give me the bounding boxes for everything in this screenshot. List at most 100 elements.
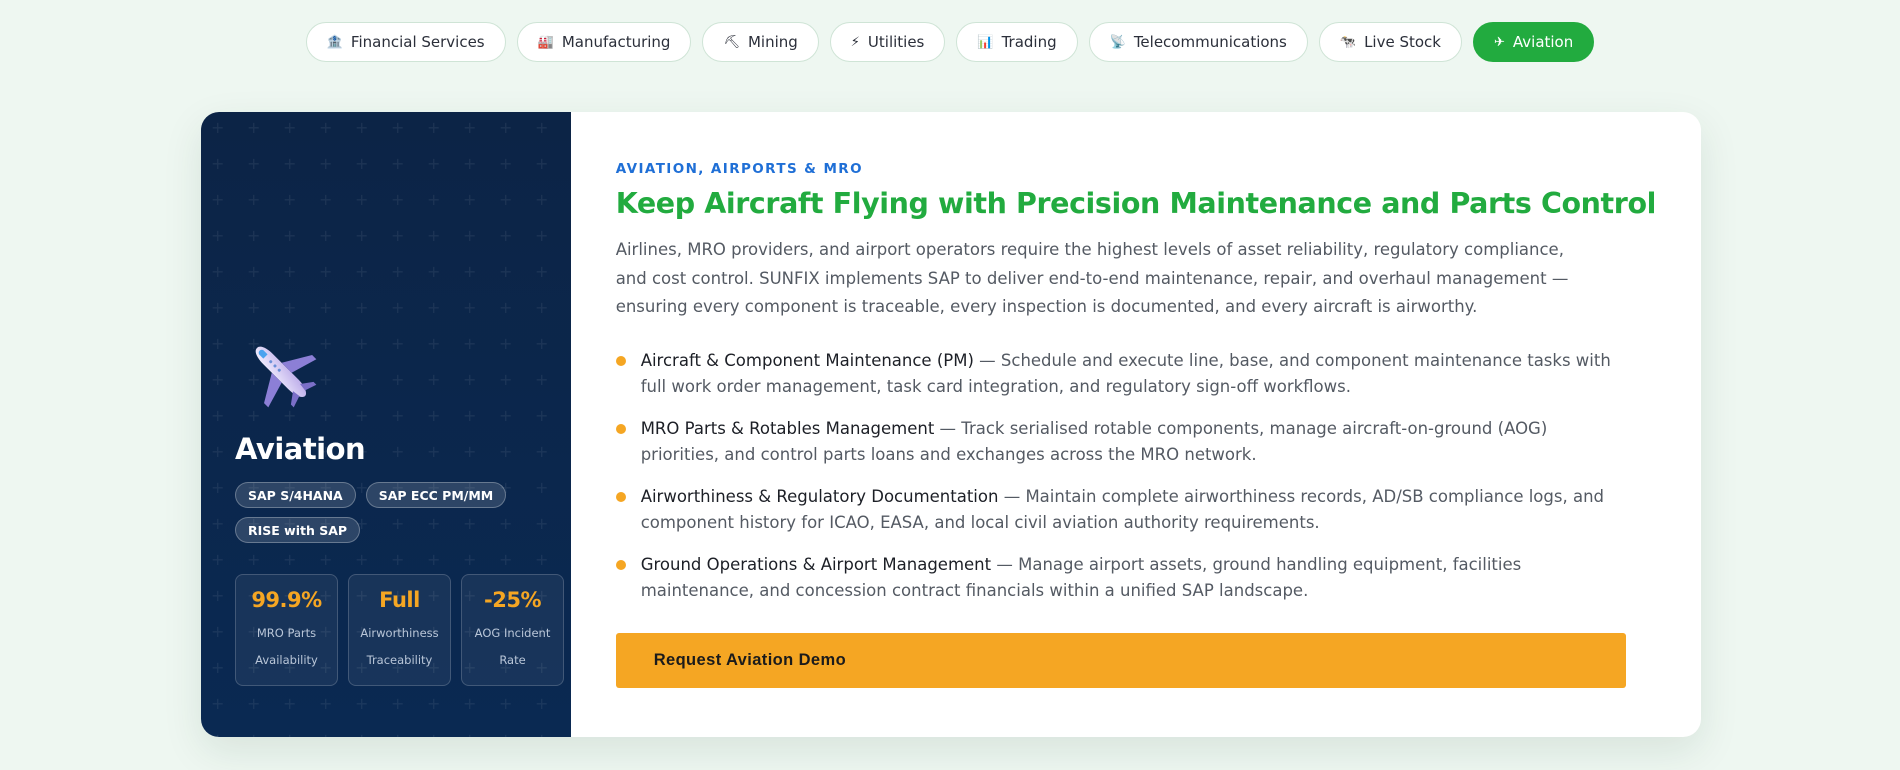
section-headline: Keep Aircraft Flying with Precision Main… xyxy=(615,187,1657,220)
plus-pattern-mark: + xyxy=(535,406,549,425)
plus-pattern-mark: + xyxy=(391,732,404,738)
section-eyebrow: AVIATION, AIRPORTS & MRO xyxy=(615,161,863,177)
plus-pattern-mark: + xyxy=(283,226,297,245)
plus-pattern-mark: + xyxy=(427,370,441,389)
pickaxe-icon: ⛏ xyxy=(723,34,740,50)
plus-pattern-mark: + xyxy=(499,334,513,353)
plus-pattern-mark: + xyxy=(499,406,513,425)
plus-pattern-mark: + xyxy=(355,406,369,425)
plus-pattern-mark: + xyxy=(499,118,513,137)
plus-pattern-mark: + xyxy=(499,154,513,173)
industry-content: AVIATION, AIRPORTS & MRO Keep Aircraft F… xyxy=(571,112,1701,737)
plus-pattern-mark: + xyxy=(211,226,225,245)
tab-label: Aviation xyxy=(1512,33,1574,51)
plus-pattern-mark: + xyxy=(283,550,297,569)
tab-trading[interactable]: 📊 Trading xyxy=(956,22,1078,62)
plus-pattern-mark: + xyxy=(211,658,225,677)
plus-pattern-mark: + xyxy=(463,334,477,353)
plus-pattern-mark: + xyxy=(463,442,477,461)
tab-aviation[interactable]: ✈ Aviation xyxy=(1472,22,1595,62)
page: 🏦 Financial Services 🏭 Manufacturing ⛏ M… xyxy=(0,0,1900,770)
plus-pattern-mark: + xyxy=(427,550,441,569)
satellite-icon: 📡 xyxy=(1109,34,1126,50)
bullet-dot-icon xyxy=(615,355,626,366)
plus-pattern-mark: + xyxy=(499,262,513,281)
plus-pattern-mark: + xyxy=(211,550,225,569)
plus-pattern-mark: + xyxy=(499,226,513,245)
plus-pattern-mark: + xyxy=(427,226,441,245)
plus-pattern-mark: + xyxy=(391,550,405,569)
plus-pattern-mark: + xyxy=(499,732,512,738)
plus-pattern-mark: + xyxy=(355,370,369,389)
plus-pattern-mark: + xyxy=(319,732,332,738)
feature-title: Airworthiness & Regulatory Documentation xyxy=(640,486,999,506)
plus-pattern-mark: + xyxy=(211,118,225,137)
plus-pattern-mark: + xyxy=(391,226,405,245)
cow-icon: 🐄 xyxy=(1339,34,1357,50)
plus-pattern-mark: + xyxy=(283,262,297,281)
plus-pattern-mark: + xyxy=(535,732,548,738)
plus-pattern-mark: + xyxy=(247,154,261,173)
tab-live-stock[interactable]: 🐄 Live Stock xyxy=(1318,22,1462,62)
stat-label: AOG Incident Rate xyxy=(474,626,551,667)
bullet-dot-icon xyxy=(615,559,626,570)
plus-pattern-mark: + xyxy=(391,298,405,317)
airplane-icon xyxy=(255,346,317,408)
stat-label: Airworthiness Traceability xyxy=(360,626,439,667)
bank-icon: 🏦 xyxy=(326,34,343,50)
plus-pattern-mark: + xyxy=(211,190,225,209)
plus-pattern-mark: + xyxy=(535,118,549,137)
airplane-icon: ✈ xyxy=(1493,34,1505,50)
tab-label: Manufacturing xyxy=(561,33,671,51)
section-intro: Airlines, MRO providers, and airport ope… xyxy=(615,240,1569,316)
plus-pattern-mark: + xyxy=(211,334,225,353)
plus-pattern-mark: + xyxy=(427,732,440,738)
plus-pattern-mark: + xyxy=(535,190,549,209)
plus-pattern-mark: + xyxy=(247,732,260,738)
tab-utilities[interactable]: ⚡ Utilities xyxy=(829,22,946,62)
plus-pattern-mark: + xyxy=(355,550,369,569)
stat-card: -25% AOG Incident Rate xyxy=(461,574,564,686)
plus-pattern-mark: + xyxy=(247,226,261,245)
plus-pattern-mark: + xyxy=(391,118,405,137)
plus-pattern-mark: + xyxy=(211,370,225,389)
plus-pattern-mark: + xyxy=(247,190,261,209)
stat-card: Full Airworthiness Traceability xyxy=(348,574,451,686)
platform-chip: SAP S/4HANA xyxy=(235,482,356,508)
plus-pattern-mark: + xyxy=(391,442,405,461)
plus-pattern-mark: + xyxy=(283,190,297,209)
plus-pattern-mark: + xyxy=(355,190,369,209)
plus-pattern-mark: + xyxy=(211,478,225,497)
plus-pattern-mark: + xyxy=(211,298,225,317)
platform-chips: SAP S/4HANA SAP ECC PM/MM RISE with SAP xyxy=(235,482,555,543)
stat-value: -25% xyxy=(484,588,541,612)
plus-pattern-mark: + xyxy=(319,406,333,425)
feature-title: Ground Operations & Airport Management xyxy=(640,554,992,574)
plus-pattern-mark: + xyxy=(463,406,477,425)
plus-pattern-mark: + xyxy=(211,694,225,713)
plus-pattern-mark: + xyxy=(427,118,441,137)
tab-financial-services[interactable]: 🏦 Financial Services xyxy=(305,22,506,62)
tab-mining[interactable]: ⛏ Mining xyxy=(702,22,819,62)
plus-pattern-mark: + xyxy=(499,550,513,569)
plus-pattern-mark: + xyxy=(247,118,261,137)
plus-pattern-mark: + xyxy=(535,370,549,389)
plus-pattern-mark: + xyxy=(427,154,441,173)
plus-pattern-mark: + xyxy=(463,226,477,245)
tab-label: Live Stock xyxy=(1364,33,1441,51)
platform-chip: RISE with SAP xyxy=(235,517,361,543)
plus-pattern-mark: + xyxy=(283,118,297,137)
tab-telecommunications[interactable]: 📡 Telecommunications xyxy=(1088,22,1308,62)
request-demo-button[interactable]: Request Aviation Demo xyxy=(615,633,1626,688)
plus-pattern-mark: + xyxy=(211,514,225,533)
tab-manufacturing[interactable]: 🏭 Manufacturing xyxy=(516,22,692,62)
plus-pattern-mark: + xyxy=(535,442,549,461)
plus-pattern-mark: + xyxy=(211,622,225,641)
plus-pattern-mark: + xyxy=(391,190,405,209)
stat-card: 99.9% MRO Parts Availability xyxy=(235,574,338,686)
plus-pattern-mark: + xyxy=(355,334,369,353)
plus-pattern-mark: + xyxy=(499,694,513,713)
plus-pattern-mark: + xyxy=(463,118,477,137)
plus-pattern-mark: + xyxy=(535,334,549,353)
plus-pattern-mark: + xyxy=(427,406,441,425)
